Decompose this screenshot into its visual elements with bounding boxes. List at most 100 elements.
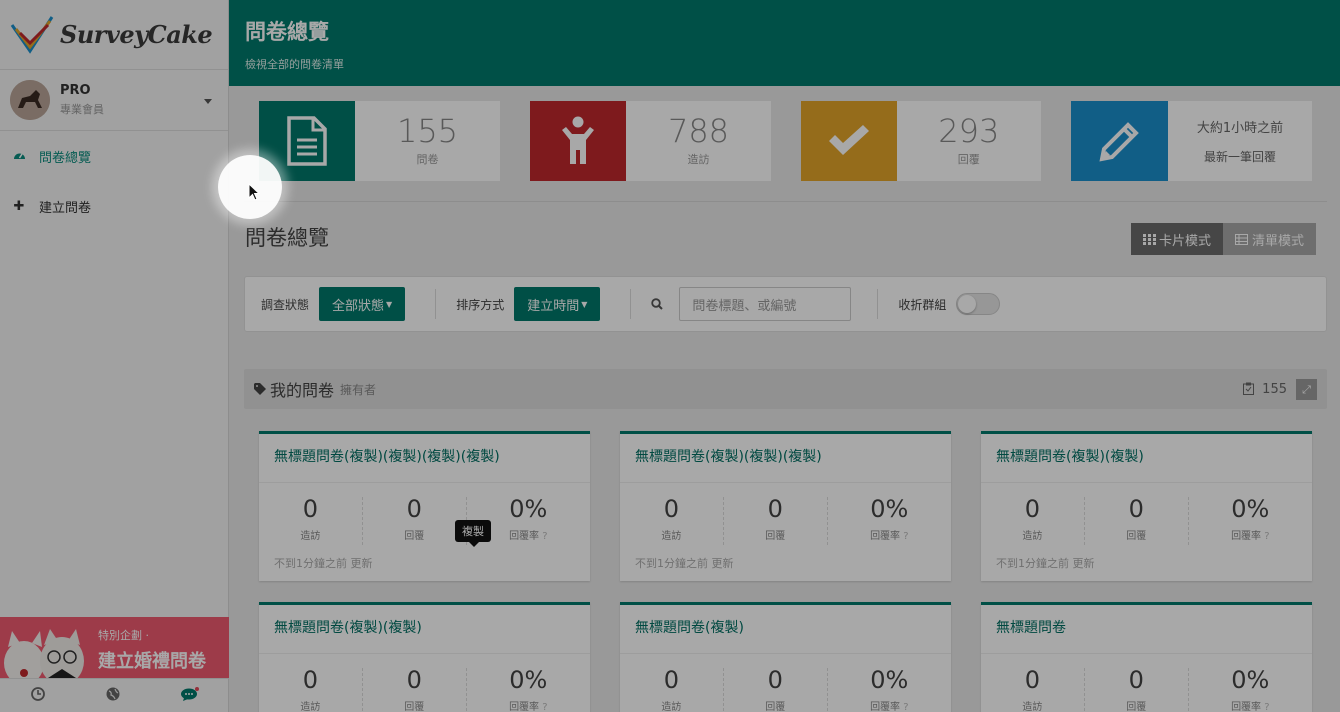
replies-label: 回覆	[765, 702, 786, 712]
replies-count: 0	[1128, 666, 1144, 694]
caret-down-icon: ▼	[581, 299, 588, 309]
stat-label: 最新一筆回覆	[1203, 150, 1276, 164]
sort-dropdown[interactable]: 建立時間 ▼	[514, 287, 601, 321]
divider	[244, 201, 1327, 202]
filter-bar: 調查狀態 全部狀態 ▼ 排序方式 建立時間 ▼ 問卷標題、或編號 收折群組	[244, 276, 1327, 332]
reply-rate-label: 回覆率	[870, 531, 901, 542]
visits-count: 0	[663, 666, 680, 694]
survey-card[interactable]: 無標題問卷 0 造訪 0 回覆 0% 回覆率 ?	[981, 602, 1312, 712]
stat-latest-reply: 大約1小時之前 最新一筆回覆	[1071, 101, 1312, 181]
reply-rate: 0%	[870, 666, 909, 694]
group-header: 我的問卷 擁有者 155 ⤢	[244, 369, 1327, 409]
visits-count: 0	[1024, 666, 1041, 694]
help-icon[interactable]: ?	[1264, 702, 1269, 712]
survey-card-title[interactable]: 無標題問卷(複製)(複製)	[981, 434, 1312, 483]
help-icon[interactable]: ?	[903, 531, 908, 542]
updated-time: 不到1分鐘之前 更新	[274, 557, 373, 570]
survey-card-title[interactable]: 無標題問卷(複製)(複製)(複製)	[620, 434, 951, 483]
sort-label: 排序方式	[456, 297, 505, 312]
visits-count: 0	[302, 666, 319, 694]
header-title: 問卷總覽	[245, 20, 329, 44]
list-icon	[1235, 233, 1249, 245]
cat-illustration-icon	[4, 629, 84, 678]
collapse-groups-label: 收折群組	[898, 297, 947, 312]
group-count: 155	[1243, 382, 1287, 397]
replies-label: 回覆	[1126, 702, 1147, 712]
replies-count: 0	[406, 495, 422, 523]
reply-rate: 0%	[870, 495, 909, 523]
replies-label: 回覆	[765, 531, 786, 542]
sidebar-bottom-bar	[0, 678, 229, 712]
history-icon[interactable]	[30, 686, 45, 705]
status-dropdown[interactable]: 全部狀態 ▼	[319, 287, 406, 321]
list-mode-button[interactable]: 清單模式	[1223, 223, 1317, 255]
logo[interactable]: SurveyCake	[0, 0, 228, 70]
sidebar-item-create[interactable]: ✚ 建立問卷	[0, 181, 228, 231]
visits-label: 造訪	[1022, 531, 1043, 542]
copy-tooltip: 複製	[455, 520, 491, 547]
sort-dropdown-value: 建立時間	[527, 298, 580, 314]
search-icon	[651, 295, 664, 314]
reply-rate: 0%	[509, 495, 548, 523]
group-count-value: 155	[1262, 381, 1287, 397]
help-icon[interactable]: ?	[1264, 531, 1269, 542]
promo-title: 建立婚禮問卷	[98, 651, 206, 672]
survey-card[interactable]: 無標題問卷(複製)(複製)(複製) 0 造訪 0 回覆 0% 回覆率 ? 不到1分鐘之…	[620, 431, 951, 581]
survey-card[interactable]: 無標題問卷(複製) 0 造訪 0 回覆 0% 回覆率 ?	[620, 602, 951, 712]
list-mode-label: 清單模式	[1252, 233, 1305, 249]
stat-visits: 788 造訪	[530, 101, 771, 181]
replies-label: 回覆	[1126, 531, 1147, 542]
person-icon	[530, 101, 626, 181]
view-mode-toggle: 卡片模式 清單模式	[1131, 223, 1317, 255]
filter-divider	[435, 289, 437, 319]
mouse-cursor-icon	[248, 182, 261, 205]
survey-card-title[interactable]: 無標題問卷	[981, 605, 1312, 654]
updated-time: 不到1分鐘之前 更新	[635, 557, 734, 570]
reply-rate: 0%	[1231, 495, 1270, 523]
sidebar-item-overview[interactable]: 問卷總覽	[0, 131, 228, 181]
page-title: 問卷總覽	[245, 226, 329, 250]
status-dropdown-value: 全部狀態	[332, 298, 385, 314]
visits-label: 造訪	[300, 702, 321, 712]
survey-card-title[interactable]: 無標題問卷(複製)(複製)(複製)(複製)	[259, 434, 590, 483]
card-mode-button[interactable]: 卡片模式	[1131, 223, 1224, 255]
reply-rate-label: 回覆率	[509, 702, 540, 712]
logo-text: SurveyCake	[60, 20, 213, 49]
survey-card[interactable]: 無標題問卷(複製)(複製)(複製)(複製) 0 造訪 0 回覆 0% 回覆率 ? 不到…	[259, 431, 590, 581]
help-icon[interactable]: ?	[542, 531, 547, 542]
filter-divider	[630, 289, 632, 319]
wedding-promo-banner[interactable]: 特別企劃 · 建立婚禮問卷	[0, 617, 229, 678]
user-menu[interactable]: PRO 專業會員	[0, 70, 228, 131]
collapse-groups-toggle[interactable]	[956, 293, 1001, 315]
promo-subtitle: 特別企劃 ·	[98, 629, 149, 642]
search-input[interactable]: 問卷標題、或編號	[679, 287, 852, 321]
reply-rate: 0%	[1231, 666, 1270, 694]
survey-card-title[interactable]: 無標題問卷(複製)	[620, 605, 951, 654]
sidebar-item-label: 問卷總覽	[39, 150, 92, 166]
group-title: 我的問卷	[270, 381, 335, 400]
filter-divider	[877, 289, 879, 319]
expand-icon[interactable]: ⤢	[1296, 379, 1317, 400]
globe-icon[interactable]	[106, 687, 120, 705]
help-icon[interactable]: ?	[903, 702, 908, 712]
stat-value: 293	[938, 112, 1000, 150]
survey-card[interactable]: 無標題問卷(複製)(複製) 0 造訪 0 回覆 0% 回覆率 ?	[259, 602, 590, 712]
visits-label: 造訪	[1022, 702, 1043, 712]
user-role: 專業會員	[60, 103, 104, 116]
visits-count: 0	[1024, 495, 1041, 523]
survey-card[interactable]: 無標題問卷(複製)(複製) 0 造訪 0 回覆 0% 回覆率 ? 不到1分鐘之前 更新	[981, 431, 1312, 581]
chat-icon[interactable]	[180, 686, 199, 705]
reply-rate-label: 回覆率	[870, 702, 901, 712]
stat-label: 造訪	[687, 153, 710, 166]
user-plan: PRO	[60, 83, 91, 98]
survey-card-title[interactable]: 無標題問卷(複製)(複製)	[259, 605, 590, 654]
replies-label: 回覆	[404, 702, 425, 712]
updated-time: 不到1分鐘之前 更新	[996, 557, 1095, 570]
help-icon[interactable]: ?	[542, 702, 547, 712]
visits-count: 0	[663, 495, 680, 523]
toggle-knob	[958, 295, 977, 313]
replies-count: 0	[1128, 495, 1144, 523]
grid-icon	[1143, 233, 1156, 245]
replies-count: 0	[767, 666, 783, 694]
page-header: 問卷總覽 檢視全部的問卷清單	[229, 0, 1340, 86]
